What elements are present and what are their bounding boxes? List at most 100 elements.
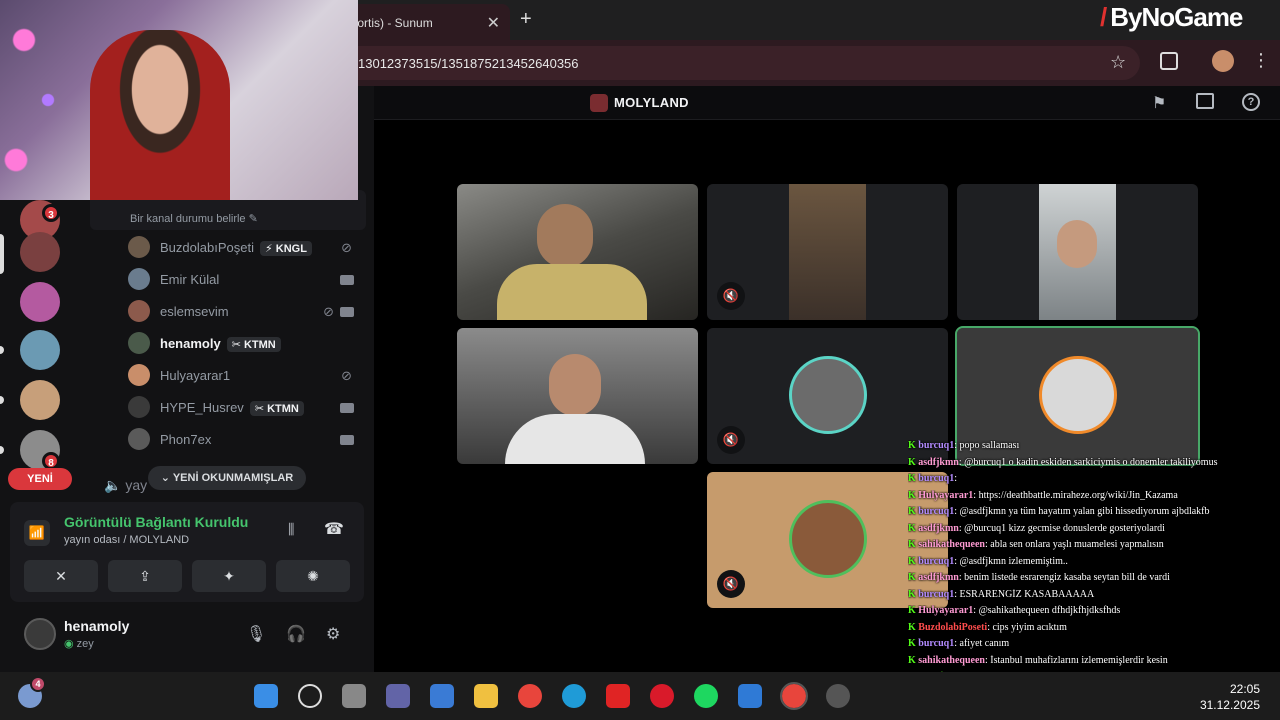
help-icon[interactable]: ? xyxy=(1242,93,1260,111)
voice-channel-2[interactable]: 🔈 yay xyxy=(104,477,147,494)
video-tile-2[interactable]: 🔇 xyxy=(707,184,948,320)
chat-text: @asdfjkmn izlememiştim.. xyxy=(959,555,1068,567)
youtube-icon[interactable] xyxy=(606,684,630,708)
chat-username[interactable]: burcuq1 xyxy=(918,556,954,567)
soundboard-button[interactable]: ✺ xyxy=(276,560,350,592)
bookmark-star-icon[interactable]: ☆ xyxy=(1110,52,1126,73)
chat-message: K Hulyayarar1: @sahikathequeen dfhdjkfhj… xyxy=(908,605,1280,621)
muted-icon: 🔇 xyxy=(717,570,745,598)
chat-username[interactable]: BuzdolabiPoseti xyxy=(918,622,987,633)
chat-username[interactable]: asdfjkmn xyxy=(918,523,959,534)
chat-username[interactable]: burcuq1 xyxy=(918,440,954,451)
voice-status-subtitle[interactable]: yayın odası / MOLYLAND xyxy=(64,534,189,546)
opera-icon[interactable] xyxy=(650,684,674,708)
chat-username[interactable]: asdfjkmn xyxy=(918,457,959,468)
chat-text: @sahikathequeen dfhdjkfhjdksfhds xyxy=(978,605,1121,616)
server-icon-4[interactable] xyxy=(20,330,60,370)
clan-tag-badge[interactable]: ✂ KTMN xyxy=(226,337,281,352)
kick-icon: K xyxy=(908,654,919,666)
video-tile-4[interactable] xyxy=(457,328,698,464)
store-icon[interactable] xyxy=(430,684,454,708)
kick-icon: K xyxy=(908,506,919,517)
browser-tab[interactable]: tortis) - Sunum ✕ xyxy=(340,4,510,40)
noise-suppression-icon[interactable]: ⫼ xyxy=(288,521,294,538)
browser-menu-icon[interactable]: ⋮ xyxy=(1252,50,1270,71)
teams-icon[interactable] xyxy=(386,684,410,708)
new-tab-button[interactable]: + xyxy=(520,8,532,31)
chat-text: İstanbul muhafizlarını izlememişlerdir k… xyxy=(990,654,1168,666)
settings-gear-icon[interactable]: ⚙ xyxy=(326,624,340,644)
member-name-text: BuzdolabıPoşeti xyxy=(160,240,254,255)
avatar[interactable] xyxy=(128,396,150,418)
clan-tag-badge[interactable]: ✂ KTMN xyxy=(249,401,304,416)
extensions-icon[interactable] xyxy=(1160,52,1178,70)
new-unread-button[interactable]: ⌄ YENİ OKUNMAMIŞLAR xyxy=(148,466,306,490)
channel-status-setter[interactable]: Bir kanal durumu belirle ✎ xyxy=(130,212,258,225)
obs-icon[interactable] xyxy=(826,684,850,708)
kick-icon: K xyxy=(908,539,919,550)
chat-username[interactable]: burcuq1 xyxy=(918,638,954,649)
avatar[interactable] xyxy=(128,364,150,386)
video-tile-1[interactable] xyxy=(457,184,698,320)
microphone-icon[interactable]: 🎙 xyxy=(246,624,266,644)
video-tile-3[interactable] xyxy=(957,184,1198,320)
chat-username[interactable]: burcuq1 xyxy=(918,589,954,600)
avatar[interactable] xyxy=(128,236,150,258)
voice-member[interactable]: Phon7ex xyxy=(128,428,364,452)
mic-muted-icon: ⊘ xyxy=(341,368,352,383)
camera-toggle-button[interactable]: ✕ xyxy=(24,560,98,592)
server-icon-5[interactable] xyxy=(20,380,60,420)
clan-tag-badge[interactable]: ⚡ KNGL xyxy=(259,241,312,256)
system-clock[interactable]: 22:05 31.12.2025 xyxy=(1200,681,1260,713)
avatar[interactable] xyxy=(128,428,150,450)
chat-username[interactable]: asdfjkmn xyxy=(918,572,959,583)
signal-icon[interactable]: 📶 xyxy=(24,520,50,546)
avatar[interactable] xyxy=(128,300,150,322)
app-icon[interactable] xyxy=(738,684,762,708)
profile-avatar[interactable] xyxy=(1212,50,1234,72)
voice-member[interactable]: eslemsevim ⊘ xyxy=(128,300,364,324)
screen-share-button[interactable]: ⇪ xyxy=(108,560,182,592)
avatar[interactable] xyxy=(24,618,56,650)
chat-message: K BuzdolabiPoseti: cips yiyim acıktım xyxy=(908,622,1280,638)
chat-username[interactable]: sahikathequeen xyxy=(918,539,985,550)
voice-member[interactable]: BuzdolabıPoşeti ⚡ KNGL ⊘ xyxy=(128,236,364,260)
chrome-icon[interactable] xyxy=(518,684,542,708)
address-bar[interactable]: 13012373515/1351875213452640356 xyxy=(340,46,1140,80)
kick-icon: K xyxy=(908,588,919,600)
streamer xyxy=(90,30,230,200)
chat-separator: : xyxy=(954,473,958,484)
server-icon-3[interactable] xyxy=(20,282,60,322)
chat-username[interactable]: burcuq1 xyxy=(918,506,954,517)
camera-icon xyxy=(340,307,354,317)
windows-start-icon[interactable] xyxy=(254,684,278,708)
chrome-profile-icon[interactable] xyxy=(780,682,808,710)
voice-member[interactable]: Emir Külal xyxy=(128,268,364,292)
file-explorer-icon[interactable] xyxy=(474,684,498,708)
spotify-icon[interactable] xyxy=(694,684,718,708)
edge-icon[interactable] xyxy=(562,684,586,708)
task-view-icon[interactable] xyxy=(342,684,366,708)
disconnect-icon[interactable]: ☎ xyxy=(324,519,344,539)
chat-username[interactable]: sahikathequeen xyxy=(918,655,985,666)
voice-member[interactable]: henamoly ✂ KTMN xyxy=(128,332,364,356)
avatar[interactable] xyxy=(128,332,150,354)
new-messages-pill[interactable]: YENİ xyxy=(8,468,72,490)
voice-member[interactable]: Hulyayarar1 ⊘ xyxy=(128,364,364,388)
headset-icon[interactable]: 🎧 xyxy=(286,624,306,644)
member-name: Hulyayarar1 xyxy=(160,368,230,383)
activities-button[interactable]: ✦ xyxy=(192,560,266,592)
server-icon-2[interactable] xyxy=(20,232,60,272)
search-icon[interactable] xyxy=(298,684,322,708)
screen-share-icon[interactable] xyxy=(1196,93,1214,109)
chat-message: K Hulyayarar1: https://deathbattle.mirah… xyxy=(908,490,1280,506)
voice-member[interactable]: HYPE_Husrev ✂ KTMN xyxy=(128,396,364,420)
chat-username[interactable]: burcuq1 xyxy=(918,473,954,484)
flag-icon[interactable]: ⚑ xyxy=(1152,93,1166,113)
chat-username[interactable]: Hulyayarar1 xyxy=(918,605,973,616)
chat-username[interactable]: Hulyayarar1 xyxy=(918,490,973,501)
tab-close-icon[interactable]: ✕ xyxy=(487,13,500,33)
avatar[interactable] xyxy=(128,268,150,290)
username: henamoly xyxy=(64,618,130,634)
voice-connected-panel: 📶 Görüntülü Bağlantı Kuruldu yayın odası… xyxy=(10,502,364,602)
